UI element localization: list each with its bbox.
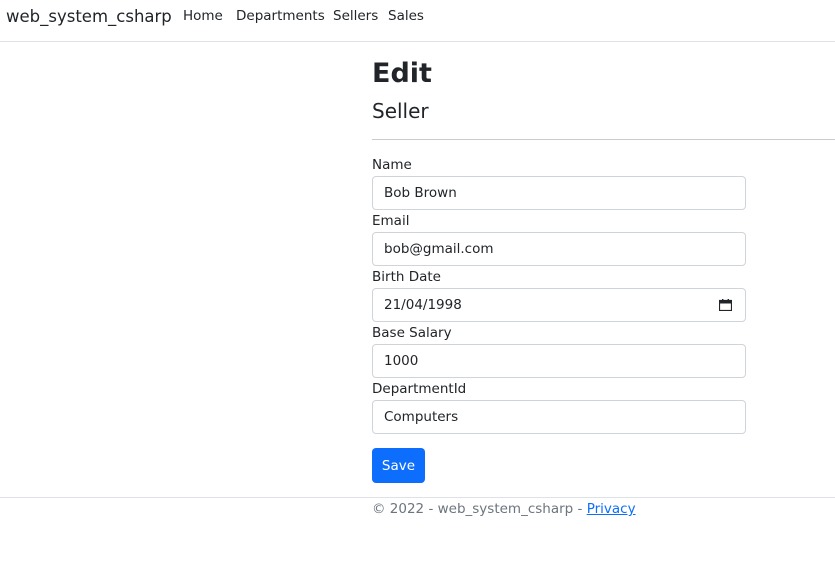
nav-link-sales[interactable]: Sales — [388, 8, 424, 24]
base-salary-label: Base Salary — [372, 325, 452, 341]
nav-link-departments[interactable]: Departments — [236, 8, 325, 24]
birth-date-input[interactable]: 21/04/1998 — [372, 288, 746, 322]
department-select[interactable]: Computers — [372, 400, 746, 434]
email-label: Email — [372, 213, 410, 229]
save-button[interactable]: Save — [372, 448, 425, 483]
base-salary-input[interactable]: 1000 — [372, 344, 746, 378]
calendar-icon[interactable] — [719, 299, 732, 311]
name-label: Name — [372, 157, 412, 173]
birth-date-label: Birth Date — [372, 269, 441, 285]
footer: © 2022 - web_system_csharp - Privacy — [372, 501, 636, 517]
footer-divider — [0, 497, 835, 498]
email-input[interactable]: bob@gmail.com — [372, 232, 746, 266]
privacy-link[interactable]: Privacy — [587, 501, 636, 517]
birth-date-value: 21/04/1998 — [384, 297, 462, 313]
name-input[interactable]: Bob Brown — [372, 176, 746, 210]
page-subtitle: Seller — [372, 99, 429, 123]
nav-link-sellers[interactable]: Sellers — [333, 8, 378, 24]
brand-link[interactable]: web_system_csharp — [6, 7, 172, 26]
divider — [372, 139, 835, 140]
navbar: web_system_csharp Home Departments Selle… — [0, 0, 835, 42]
nav-link-home[interactable]: Home — [183, 8, 223, 24]
page-title: Edit — [372, 58, 432, 89]
footer-copyright: © 2022 - web_system_csharp - — [372, 501, 587, 517]
department-id-label: DepartmentId — [372, 381, 467, 397]
